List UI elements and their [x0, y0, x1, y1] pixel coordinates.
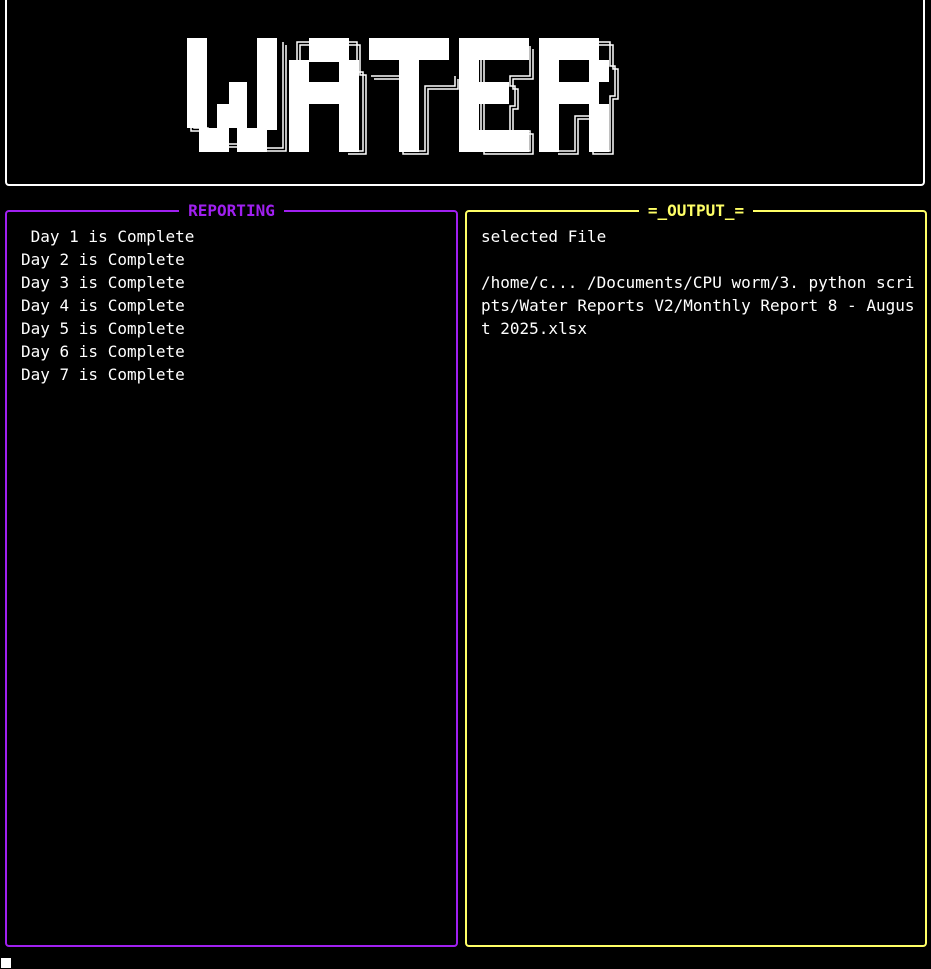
- reporting-panel: REPORTING Day 1 is Complete Day 2 is Com…: [5, 201, 458, 947]
- ascii-banner: [5, 0, 925, 186]
- output-content: selected File /home/c... /Documents/CPU …: [481, 225, 917, 340]
- log-line: Day 4 is Complete: [21, 296, 185, 315]
- log-line: Day 7 is Complete: [21, 365, 185, 384]
- log-line: Day 3 is Complete: [21, 273, 185, 292]
- output-panel-title: =_OUTPUT_=: [467, 201, 925, 221]
- log-line: Day 6 is Complete: [21, 342, 185, 361]
- block-cursor-icon: [1, 958, 11, 968]
- reporting-log: Day 1 is Complete Day 2 is Complete Day …: [21, 225, 194, 386]
- output-heading: selected File: [481, 227, 607, 246]
- water-logo: [187, 38, 619, 155]
- selected-file-path: /home/c... /Documents/CPU worm/3. python…: [481, 273, 915, 338]
- log-line: Day 1 is Complete: [21, 227, 195, 246]
- log-line: Day 5 is Complete: [21, 319, 185, 338]
- output-panel: =_OUTPUT_= selected File /home/c... /Doc…: [465, 201, 927, 947]
- output-blank-line: [481, 248, 917, 271]
- reporting-panel-title: REPORTING: [7, 201, 456, 221]
- log-line: Day 2 is Complete: [21, 250, 185, 269]
